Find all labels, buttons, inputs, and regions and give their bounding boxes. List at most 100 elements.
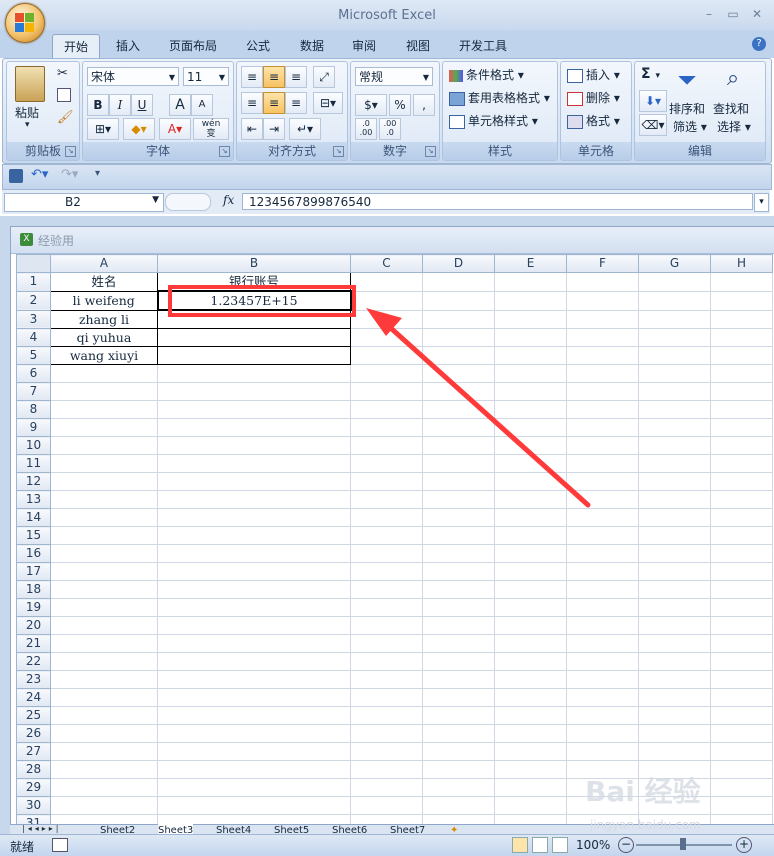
cell-a29[interactable] <box>50 778 158 797</box>
column-header[interactable]: C <box>350 254 423 273</box>
cell-c13[interactable] <box>350 490 423 509</box>
cell-g18[interactable] <box>638 580 711 599</box>
cell-g23[interactable] <box>638 670 711 689</box>
row-header[interactable]: 18 <box>16 580 51 599</box>
page-layout-view-icon[interactable] <box>532 837 548 853</box>
cell-f12[interactable] <box>566 472 639 491</box>
column-header[interactable]: F <box>566 254 639 273</box>
cell-f3[interactable] <box>566 309 639 329</box>
cell-c2[interactable] <box>350 290 423 311</box>
cell-f18[interactable] <box>566 580 639 599</box>
cell-e20[interactable] <box>494 616 567 635</box>
cell-e25[interactable] <box>494 706 567 725</box>
cell-d22[interactable] <box>422 652 495 671</box>
cell-f2[interactable] <box>566 290 639 311</box>
cell-f20[interactable] <box>566 616 639 635</box>
row-header[interactable]: 21 <box>16 634 51 653</box>
row-header[interactable]: 20 <box>16 616 51 635</box>
customize-qat-icon[interactable]: ▾ <box>95 168 100 179</box>
cell-e18[interactable] <box>494 580 567 599</box>
cell-a15[interactable] <box>50 526 158 545</box>
cell-f25[interactable] <box>566 706 639 725</box>
cell-d7[interactable] <box>422 382 495 401</box>
sort-filter-button-line2[interactable]: 筛选 ▾ <box>673 118 707 135</box>
cell-d19[interactable] <box>422 598 495 617</box>
cell-e27[interactable] <box>494 742 567 761</box>
cell-f21[interactable] <box>566 634 639 653</box>
cell-c29[interactable] <box>350 778 423 797</box>
cell-a11[interactable] <box>50 454 158 473</box>
accounting-format-button[interactable]: $▾ <box>355 94 387 116</box>
number-format-select[interactable]: 常规 ▼ <box>355 67 433 86</box>
macro-record-icon[interactable] <box>52 838 68 852</box>
cell-f17[interactable] <box>566 562 639 581</box>
cell-c1[interactable] <box>350 272 423 292</box>
sheet-tab[interactable]: Sheet6 <box>332 824 367 834</box>
cut-icon[interactable]: ✂ <box>57 66 68 81</box>
cell-e1[interactable] <box>494 272 567 292</box>
cell-c24[interactable] <box>350 688 423 707</box>
cell-g20[interactable] <box>638 616 711 635</box>
cell-d1[interactable] <box>422 272 495 292</box>
help-icon[interactable]: ? <box>752 37 766 51</box>
cell-c9[interactable] <box>350 418 423 437</box>
cell-g24[interactable] <box>638 688 711 707</box>
column-header[interactable]: G <box>638 254 711 273</box>
cell-b19[interactable] <box>157 598 351 617</box>
cell-e21[interactable] <box>494 634 567 653</box>
cell-d11[interactable] <box>422 454 495 473</box>
insert-function-button[interactable]: fx <box>223 193 234 207</box>
cell-c28[interactable] <box>350 760 423 779</box>
cell-d29[interactable] <box>422 778 495 797</box>
cell-a2[interactable]: li weifeng <box>50 290 158 311</box>
cell-b6[interactable] <box>157 364 351 383</box>
cell-d15[interactable] <box>422 526 495 545</box>
name-box[interactable]: B2 ▼ <box>4 193 164 212</box>
tab-view[interactable]: 视图 <box>396 34 440 58</box>
cell-h18[interactable] <box>710 580 773 599</box>
decrease-indent-button[interactable]: ⇤ <box>241 118 263 140</box>
font-name-select[interactable]: 宋体 ▼ <box>87 67 179 86</box>
cell-g27[interactable] <box>638 742 711 761</box>
cell-a23[interactable] <box>50 670 158 689</box>
align-top-button[interactable]: ≡ <box>241 66 263 88</box>
cell-a19[interactable] <box>50 598 158 617</box>
column-header[interactable]: H <box>710 254 773 273</box>
cell-d5[interactable] <box>422 346 495 365</box>
row-header[interactable]: 14 <box>16 508 51 527</box>
row-header[interactable]: 17 <box>16 562 51 581</box>
cell-c5[interactable] <box>350 346 423 365</box>
cell-a1[interactable]: 姓名 <box>50 272 158 292</box>
cell-d24[interactable] <box>422 688 495 707</box>
cell-b17[interactable] <box>157 562 351 581</box>
cell-f7[interactable] <box>566 382 639 401</box>
maximize-button[interactable]: ▭ <box>724 6 742 22</box>
clear-button[interactable]: ⌫▾ <box>639 114 667 136</box>
cell-e11[interactable] <box>494 454 567 473</box>
cell-a30[interactable] <box>50 796 158 815</box>
cell-a12[interactable] <box>50 472 158 491</box>
cell-c23[interactable] <box>350 670 423 689</box>
cell-a4[interactable]: qi yuhua <box>50 328 158 347</box>
cell-d13[interactable] <box>422 490 495 509</box>
tab-review[interactable]: 审阅 <box>342 34 386 58</box>
cell-d18[interactable] <box>422 580 495 599</box>
cell-e6[interactable] <box>494 364 567 383</box>
cell-a14[interactable] <box>50 508 158 527</box>
cell-a26[interactable] <box>50 724 158 743</box>
align-middle-button[interactable]: ≡ <box>263 66 285 88</box>
cell-g14[interactable] <box>638 508 711 527</box>
cell-b23[interactable] <box>157 670 351 689</box>
zoom-out-icon[interactable]: − <box>618 837 634 853</box>
cell-c4[interactable] <box>350 328 423 347</box>
cell-d26[interactable] <box>422 724 495 743</box>
cell-e10[interactable] <box>494 436 567 455</box>
clipboard-launcher-icon[interactable]: ↘ <box>65 146 76 157</box>
cell-g9[interactable] <box>638 418 711 437</box>
column-header[interactable]: B <box>157 254 351 273</box>
tab-formulas[interactable]: 公式 <box>236 34 280 58</box>
formula-divider-handle[interactable] <box>165 193 211 211</box>
cell-a20[interactable] <box>50 616 158 635</box>
percent-button[interactable]: % <box>389 94 411 116</box>
cell-a25[interactable] <box>50 706 158 725</box>
